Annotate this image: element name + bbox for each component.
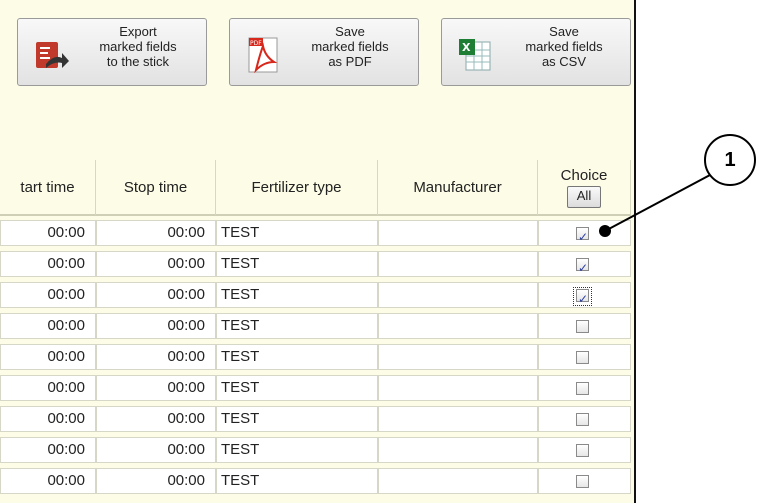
col-start-time[interactable]: tart time: [0, 160, 96, 216]
start-time-cell: 00:00: [0, 344, 96, 370]
row-select-checkbox[interactable]: [576, 444, 589, 457]
manufacturer-cell: [378, 375, 538, 401]
table-row[interactable]: 00:00 00:00 TEST: [0, 311, 634, 342]
save-csv-button[interactable]: X Save marked fields as CSV: [441, 18, 631, 86]
manufacturer-cell: [378, 220, 538, 246]
pdf-document-icon: PDF: [248, 37, 278, 74]
start-time-cell: 00:00: [0, 375, 96, 401]
save-pdf-button[interactable]: PDF Save marked fields as PDF: [229, 18, 419, 86]
start-time-cell: 00:00: [0, 468, 96, 494]
fertilizer-type-cell: TEST: [216, 251, 378, 277]
col-manufacturer[interactable]: Manufacturer: [378, 160, 538, 216]
stop-time-cell: 00:00: [96, 375, 216, 401]
choice-cell: [538, 468, 631, 494]
start-time-cell: 00:00: [0, 282, 96, 308]
manufacturer-cell: [378, 468, 538, 494]
manufacturer-cell: [378, 313, 538, 339]
fertilizer-type-cell: TEST: [216, 344, 378, 370]
callout-marker: 1: [704, 134, 756, 186]
fertilizer-type-cell: TEST: [216, 282, 378, 308]
csv-button-label: Save marked fields as CSV: [525, 24, 603, 69]
stop-time-cell: 00:00: [96, 406, 216, 432]
stop-time-cell: 00:00: [96, 468, 216, 494]
stop-time-cell: 00:00: [96, 251, 216, 277]
start-time-cell: 00:00: [0, 406, 96, 432]
choice-cell: [538, 251, 631, 280]
row-select-checkbox[interactable]: [576, 382, 589, 395]
toolbar: Export marked fields to the stick PDF Sa…: [0, 0, 634, 100]
svg-text:PDF: PDF: [250, 40, 262, 47]
manufacturer-cell: [378, 251, 538, 277]
start-time-cell: 00:00: [0, 220, 96, 246]
stop-time-cell: 00:00: [96, 313, 216, 339]
manufacturer-cell: [378, 344, 538, 370]
fertilizer-type-cell: TEST: [216, 437, 378, 463]
choice-cell: [538, 406, 631, 432]
records-window: Export marked fields to the stick PDF Sa…: [0, 0, 634, 503]
fertilizer-type-cell: TEST: [216, 375, 378, 401]
table-row[interactable]: 00:00 00:00 TEST: [0, 466, 634, 497]
export-button-label: Export marked fields to the stick: [99, 24, 177, 69]
table-row[interactable]: 00:00 00:00 TEST: [0, 373, 634, 404]
row-select-checkbox[interactable]: [576, 287, 589, 311]
pdf-button-label: Save marked fields as PDF: [311, 24, 389, 69]
export-to-stick-button[interactable]: Export marked fields to the stick: [17, 18, 207, 86]
fertilizer-type-cell: TEST: [216, 406, 378, 432]
choice-cell: [538, 344, 631, 370]
row-select-checkbox[interactable]: [576, 413, 589, 426]
table-row[interactable]: 00:00 00:00 TEST: [0, 280, 634, 311]
choice-cell: [538, 437, 631, 463]
col-stop-time[interactable]: Stop time: [96, 160, 216, 216]
manufacturer-cell: [378, 406, 538, 432]
fertilizer-type-cell: TEST: [216, 313, 378, 339]
row-select-checkbox[interactable]: [576, 225, 589, 249]
start-time-cell: 00:00: [0, 251, 96, 277]
choice-header-label: Choice: [560, 166, 608, 184]
row-select-checkbox[interactable]: [576, 320, 589, 333]
table-row[interactable]: 00:00 00:00 TEST: [0, 249, 634, 280]
manufacturer-cell: [378, 437, 538, 463]
choice-cell: [538, 313, 631, 339]
row-select-checkbox[interactable]: [576, 351, 589, 364]
export-to-stick-icon: [36, 42, 69, 68]
manufacturer-cell: [378, 282, 538, 308]
start-time-cell: 00:00: [0, 437, 96, 463]
row-select-checkbox[interactable]: [576, 256, 589, 280]
table-row[interactable]: 00:00 00:00 TEST: [0, 342, 634, 373]
table-row[interactable]: 00:00 00:00 TEST: [0, 218, 634, 249]
stop-time-cell: 00:00: [96, 282, 216, 308]
stop-time-cell: 00:00: [96, 344, 216, 370]
stop-time-cell: 00:00: [96, 220, 216, 246]
table-row[interactable]: 00:00 00:00 TEST: [0, 435, 634, 466]
col-fertilizer-type[interactable]: Fertilizer type: [216, 160, 378, 216]
window-edge: [634, 0, 636, 503]
select-all-button[interactable]: All: [567, 185, 601, 208]
start-time-cell: 00:00: [0, 313, 96, 339]
fertilizer-type-cell: TEST: [216, 468, 378, 494]
col-choice: Choice All: [538, 160, 631, 216]
spreadsheet-icon: X: [459, 39, 491, 71]
choice-cell: [538, 220, 631, 249]
fertilizer-type-cell: TEST: [216, 220, 378, 246]
table-row[interactable]: 00:00 00:00 TEST: [0, 404, 634, 435]
stop-time-cell: 00:00: [96, 437, 216, 463]
choice-cell: [538, 375, 631, 401]
svg-text:X: X: [462, 41, 471, 54]
row-select-checkbox[interactable]: [576, 475, 589, 488]
choice-cell: [538, 282, 631, 311]
